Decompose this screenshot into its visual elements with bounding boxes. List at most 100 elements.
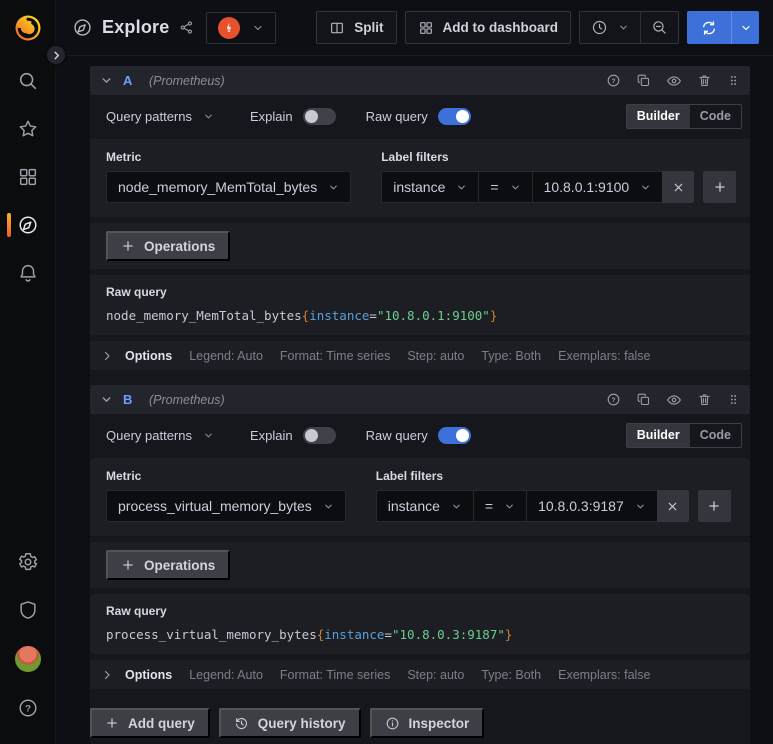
filter-key-select[interactable]: instance xyxy=(375,490,474,522)
svg-text:?: ? xyxy=(612,397,616,404)
raw-query-toggle-group: Raw query xyxy=(366,107,471,125)
add-query-label: Add query xyxy=(128,715,195,731)
help-icon[interactable]: ? xyxy=(16,696,40,720)
query-patterns-button[interactable]: Query patterns xyxy=(106,109,214,124)
remove-trash-icon[interactable] xyxy=(697,392,712,407)
code-tab[interactable]: Code xyxy=(690,424,741,447)
options-row-a[interactable]: Options Legend: Auto Format: Time series… xyxy=(90,341,750,370)
chevron-down-icon xyxy=(203,430,214,441)
filter-operator-select[interactable]: = xyxy=(472,490,528,522)
query-row-a: A (Prometheus) ? Query patterns Explain … xyxy=(90,66,750,370)
explain-label: Explain xyxy=(250,427,293,443)
help-circle-icon[interactable]: ? xyxy=(606,73,621,88)
chevron-right-icon xyxy=(101,350,113,362)
step-option: Step: auto xyxy=(407,348,465,363)
query-patterns-button[interactable]: Query patterns xyxy=(106,428,214,443)
chevron-down-icon xyxy=(456,182,467,193)
time-picker-button[interactable] xyxy=(580,12,640,43)
split-button[interactable]: Split xyxy=(316,11,397,44)
add-filter-button[interactable] xyxy=(703,171,737,203)
chevron-down-icon[interactable] xyxy=(732,11,759,44)
remove-filter-button[interactable] xyxy=(656,490,689,522)
metric-field: Metric node_memory_MemTotal_bytes xyxy=(106,150,352,203)
legend-option: Legend: Auto xyxy=(189,348,263,363)
inspector-button[interactable]: Inspector xyxy=(369,708,485,738)
add-query-button[interactable]: Add query xyxy=(90,708,210,738)
step-option: Step: auto xyxy=(407,667,465,682)
filter-value-select[interactable]: 10.8.0.1:9100 xyxy=(531,171,664,203)
query-header-a[interactable]: A (Prometheus) ? xyxy=(90,66,750,95)
metric-label: Metric xyxy=(106,150,142,164)
query-ref-id: B xyxy=(123,392,133,407)
starred-icon[interactable] xyxy=(16,117,40,141)
filter-value: 10.8.0.3:9187 xyxy=(538,498,624,514)
type-option: Type: Both xyxy=(481,667,542,682)
explain-toggle[interactable] xyxy=(302,426,336,444)
add-to-dashboard-button[interactable]: Add to dashboard xyxy=(404,11,571,44)
explore-icon[interactable] xyxy=(6,213,40,237)
dashboards-icon[interactable] xyxy=(16,165,40,189)
options-row-b[interactable]: Options Legend: Auto Format: Time series… xyxy=(90,660,750,689)
label-filter-row: instance = 10.8.0.3:9187 xyxy=(375,490,731,522)
chevron-down-icon xyxy=(504,501,515,512)
refresh-sync-icon xyxy=(687,11,732,44)
toolbar-actions: Split Add to dashboard xyxy=(316,11,759,44)
sidebar-expand-button[interactable] xyxy=(45,44,67,66)
code-tab[interactable]: Code xyxy=(690,105,741,128)
drag-handle-icon[interactable] xyxy=(727,73,740,88)
query-history-button[interactable]: Query history xyxy=(218,708,361,738)
filter-value-select[interactable]: 10.8.0.3:9187 xyxy=(526,490,658,522)
raw-query-row-b: Raw query process_virtual_memory_bytes{i… xyxy=(90,594,750,654)
collapse-chevron-icon[interactable] xyxy=(100,393,113,406)
time-range-controls xyxy=(579,11,679,44)
grafana-logo-icon[interactable] xyxy=(13,13,43,43)
help-circle-icon[interactable]: ? xyxy=(606,392,621,407)
raw-query-expression: node_memory_MemTotal_bytes{instance="10.… xyxy=(106,308,734,323)
hide-eye-icon[interactable] xyxy=(666,392,682,408)
alerting-icon[interactable] xyxy=(16,261,40,285)
filter-key-select[interactable]: instance xyxy=(381,171,480,203)
explain-toggle[interactable] xyxy=(302,107,336,125)
builder-tab[interactable]: Builder xyxy=(626,423,690,447)
hide-eye-icon[interactable] xyxy=(666,73,682,89)
promql-string-value: "10.8.0.3:9187" xyxy=(392,627,505,642)
datasource-picker[interactable] xyxy=(206,11,277,44)
settings-gear-icon[interactable] xyxy=(16,550,40,574)
query-header-actions: ? xyxy=(606,392,740,408)
duplicate-copy-icon[interactable] xyxy=(636,392,651,407)
metric-select[interactable]: node_memory_MemTotal_bytes xyxy=(106,171,352,203)
remove-filter-button[interactable] xyxy=(662,171,695,203)
query-header-b[interactable]: B (Prometheus) ? xyxy=(90,385,750,414)
label-filter-row: instance = 10.8.0.1:9100 xyxy=(381,171,737,203)
metric-value: node_memory_MemTotal_bytes xyxy=(118,179,318,195)
add-operations-button[interactable]: Operations xyxy=(106,231,231,261)
metric-select[interactable]: process_virtual_memory_bytes xyxy=(106,490,346,522)
chevron-down-icon xyxy=(635,501,646,512)
builder-tab[interactable]: Builder xyxy=(626,104,690,128)
add-filter-button[interactable] xyxy=(697,490,731,522)
split-columns-icon xyxy=(329,20,345,36)
remove-trash-icon[interactable] xyxy=(697,73,712,88)
collapse-chevron-icon[interactable] xyxy=(100,74,113,87)
raw-query-toggle[interactable] xyxy=(437,426,471,444)
run-query-button[interactable] xyxy=(687,11,759,44)
add-operations-button[interactable]: Operations xyxy=(106,550,231,580)
query-header-actions: ? xyxy=(606,73,740,89)
filter-operator-select[interactable]: = xyxy=(478,171,533,203)
user-avatar[interactable] xyxy=(14,646,41,672)
raw-query-toggle[interactable] xyxy=(437,107,471,125)
share-link-icon[interactable] xyxy=(179,20,194,35)
history-icon xyxy=(234,716,249,731)
search-icon[interactable] xyxy=(16,69,40,93)
duplicate-copy-icon[interactable] xyxy=(636,73,651,88)
raw-query-expression: process_virtual_memory_bytes{instance="1… xyxy=(106,627,734,642)
operations-row-b: Operations xyxy=(90,542,750,588)
drag-handle-icon[interactable] xyxy=(727,392,740,407)
promql-metric: node_memory_MemTotal_bytes xyxy=(106,308,302,323)
top-toolbar: Explore Split Add to dashboard xyxy=(56,0,773,56)
admin-shield-icon[interactable] xyxy=(16,598,40,622)
query-options-toolbar-b: Query patterns Explain Raw query Builder… xyxy=(106,421,742,449)
close-x-icon xyxy=(672,181,685,194)
zoom-out-button[interactable] xyxy=(640,12,678,43)
split-label: Split xyxy=(354,20,384,35)
